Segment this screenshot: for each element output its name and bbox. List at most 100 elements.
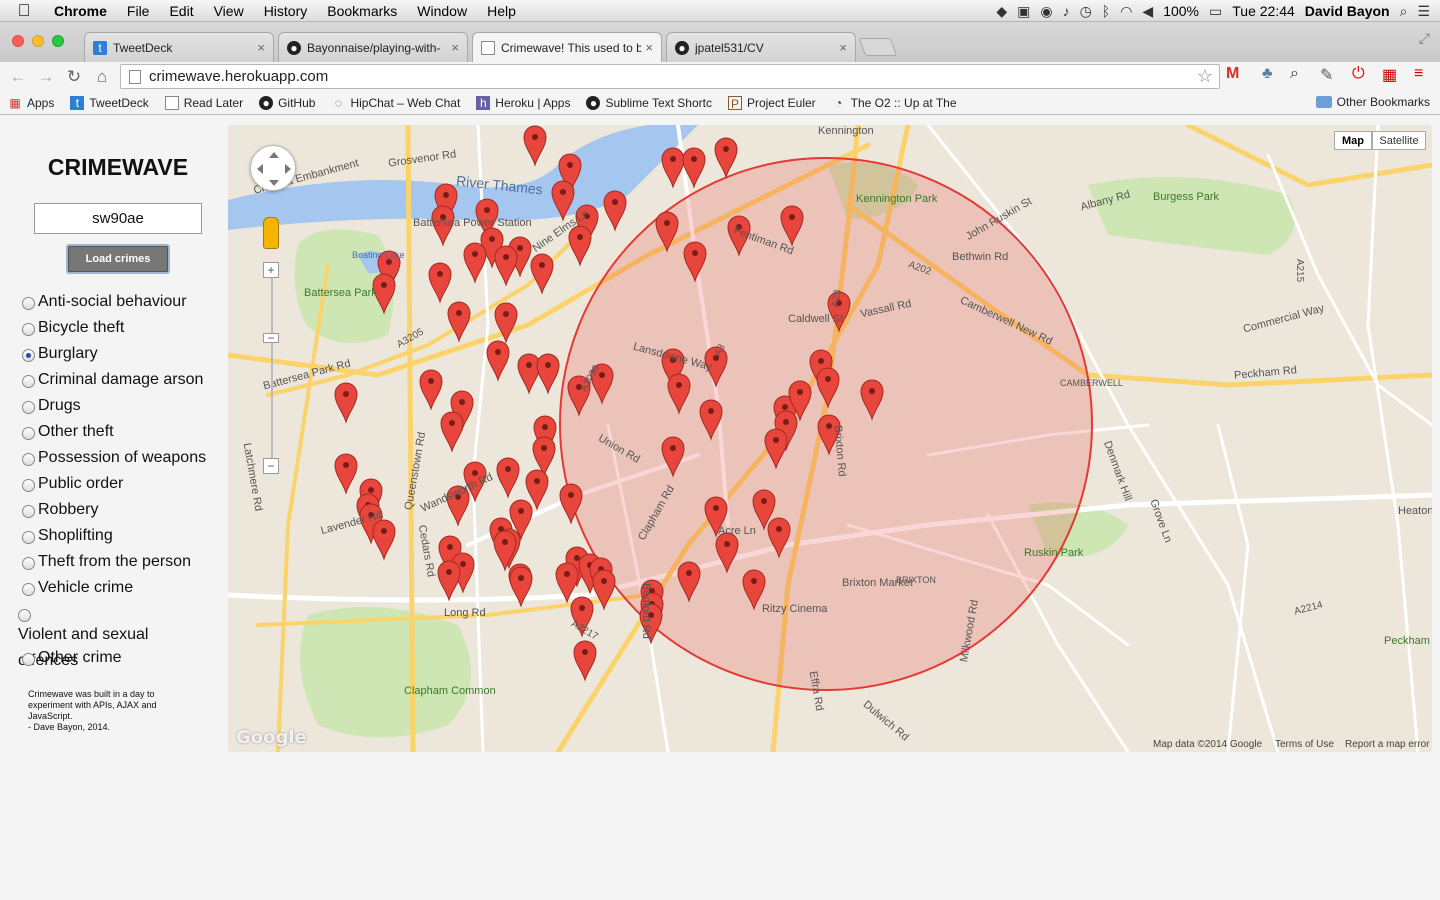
tab-bayonnaise[interactable]: ● Bayonnaise/playing-with- × (278, 32, 468, 62)
crime-category-option[interactable]: Burglary (22, 341, 232, 367)
radio-button[interactable] (22, 505, 35, 518)
menu-file[interactable]: File (117, 3, 160, 19)
street-view-pegman-icon[interactable] (263, 217, 279, 249)
radio-button[interactable] (22, 375, 35, 388)
forward-arrow-icon[interactable]: → (32, 67, 60, 87)
tab-close-icon[interactable]: × (645, 40, 653, 55)
battery-icon[interactable]: ▭ (1209, 3, 1222, 20)
crime-marker-pin[interactable] (494, 245, 518, 287)
bookmark-github[interactable]: ● GitHub (251, 95, 323, 110)
menu-view[interactable]: View (204, 3, 254, 19)
bookmark-star-icon[interactable]: ☆ (1197, 66, 1213, 87)
crime-marker-pin[interactable] (536, 353, 560, 395)
crime-marker-pin[interactable] (603, 190, 627, 232)
crime-marker-pin[interactable] (440, 411, 464, 453)
tab-close-icon[interactable]: × (257, 40, 265, 55)
extension-badge-icon[interactable]: ♣ (1262, 65, 1273, 83)
home-icon[interactable]: ⌂ (88, 67, 116, 87)
crime-marker-pin[interactable] (661, 147, 685, 189)
bookmark-the-o2[interactable]: ◔ The O2 :: Up at The (824, 96, 965, 110)
google-logo[interactable]: Google (236, 727, 307, 748)
map-pan-control[interactable] (250, 145, 296, 191)
radio-button[interactable] (22, 401, 35, 414)
crime-marker-pin[interactable] (334, 453, 358, 495)
bookmark-project-euler[interactable]: P Project Euler (720, 95, 824, 111)
radio-button[interactable] (22, 479, 35, 492)
calendar-icon[interactable]: ▣ (1017, 3, 1030, 20)
new-tab-button[interactable] (858, 38, 898, 56)
bookmark-tweetdeck[interactable]: t TweetDeck (62, 95, 156, 110)
crime-marker-pin[interactable] (419, 369, 443, 411)
zoom-out-button[interactable]: − (263, 458, 279, 474)
crime-marker-pin[interactable] (463, 242, 487, 284)
crime-category-option[interactable]: Possession of weapons (22, 445, 232, 471)
zoom-slider-handle[interactable]: − (263, 332, 279, 344)
crime-category-option[interactable]: Vehicle crime (22, 575, 232, 601)
menu-history[interactable]: History (254, 3, 318, 19)
map-type-satellite-button[interactable]: Satellite (1372, 131, 1426, 150)
time-machine-icon[interactable]: ◷ (1080, 3, 1092, 20)
map-type-map-button[interactable]: Map (1334, 131, 1372, 150)
postcode-input[interactable]: sw90ae (34, 203, 202, 234)
menu-help[interactable]: Help (477, 3, 526, 19)
apple-logo-icon[interactable]:  (4, 1, 44, 21)
reload-icon[interactable]: ↻ (60, 67, 88, 87)
menu-edit[interactable]: Edit (159, 3, 203, 19)
window-zoom-button[interactable] (52, 35, 64, 47)
crime-marker-pin[interactable] (517, 353, 541, 395)
user-name[interactable]: David Bayon (1305, 3, 1390, 19)
crime-category-option[interactable]: Other crime (22, 645, 232, 671)
crime-marker-pin[interactable] (573, 640, 597, 682)
bell-icon[interactable]: ♪ (1063, 3, 1070, 19)
radio-button[interactable] (22, 531, 35, 544)
crime-marker-pin[interactable] (523, 125, 547, 167)
bookmark-sublime[interactable]: ● Sublime Text Shortc (578, 95, 720, 110)
crime-marker-pin[interactable] (334, 382, 358, 424)
bookmark-heroku[interactable]: h Heroku | Apps (468, 95, 578, 110)
crime-marker-pin[interactable] (428, 262, 452, 304)
tab-jpatel-cv[interactable]: ● jpatel531/CV × (666, 32, 856, 62)
spotlight-search-icon[interactable]: ⌕ (1400, 3, 1408, 20)
wrench-icon[interactable]: ✎ (1320, 65, 1333, 85)
crime-category-option[interactable]: Other theft (22, 419, 232, 445)
radio-button[interactable] (22, 427, 35, 440)
crime-marker-pin[interactable] (493, 530, 517, 572)
load-crimes-button[interactable]: Load crimes (66, 244, 170, 274)
zoom-slider-track[interactable] (271, 270, 273, 465)
radio-button[interactable] (22, 557, 35, 570)
crime-category-option[interactable]: Theft from the person (22, 549, 232, 575)
radio-button[interactable] (22, 583, 35, 596)
zoom-in-button[interactable]: + (263, 262, 279, 278)
crime-category-option[interactable]: Anti-social behaviour (22, 289, 232, 315)
bookmark-hipchat[interactable]: ◌ HipChat – Web Chat (323, 96, 468, 110)
crime-marker-pin[interactable] (486, 340, 510, 382)
clock[interactable]: Tue 22:44 (1232, 3, 1295, 19)
crime-marker-pin[interactable] (714, 137, 738, 179)
radio-button[interactable] (22, 323, 35, 336)
notification-center-icon[interactable]: ☰ (1417, 3, 1430, 20)
report-map-error-link[interactable]: Report a map error (1345, 739, 1429, 750)
tab-crimewave[interactable]: Crimewave! This used to b × (472, 32, 662, 62)
tab-close-icon[interactable]: × (451, 40, 459, 55)
tab-close-icon[interactable]: × (839, 40, 847, 55)
menu-app-name[interactable]: Chrome (44, 3, 117, 19)
radio-button[interactable] (22, 349, 35, 362)
crime-category-option[interactable]: Robbery (22, 497, 232, 523)
bookmark-apps[interactable]: ▦ Apps (0, 96, 62, 110)
other-bookmarks[interactable]: Other Bookmarks (1315, 95, 1430, 109)
radio-button[interactable] (22, 453, 35, 466)
zoom-magnifier-icon[interactable]: ⌕ (1290, 65, 1299, 83)
address-bar[interactable]: crimewave.herokuapp.com ☆ (120, 64, 1220, 89)
radio-button[interactable] (22, 653, 35, 666)
volume-icon[interactable]: ◀ (1142, 3, 1153, 20)
dropbox-icon[interactable]: ◆ (996, 3, 1007, 20)
tab-tweetdeck[interactable]: t TweetDeck × (84, 32, 274, 62)
crime-category-option[interactable]: Shoplifting (22, 523, 232, 549)
radio-button[interactable] (22, 297, 35, 310)
crime-category-option[interactable]: Criminal damage arson (22, 367, 232, 393)
crime-category-option[interactable]: Bicycle theft (22, 315, 232, 341)
crime-category-option[interactable]: Drugs (22, 393, 232, 419)
crime-marker-pin[interactable] (437, 560, 461, 602)
gmail-icon[interactable]: M (1226, 65, 1239, 83)
address-url[interactable]: crimewave.herokuapp.com (149, 68, 328, 85)
